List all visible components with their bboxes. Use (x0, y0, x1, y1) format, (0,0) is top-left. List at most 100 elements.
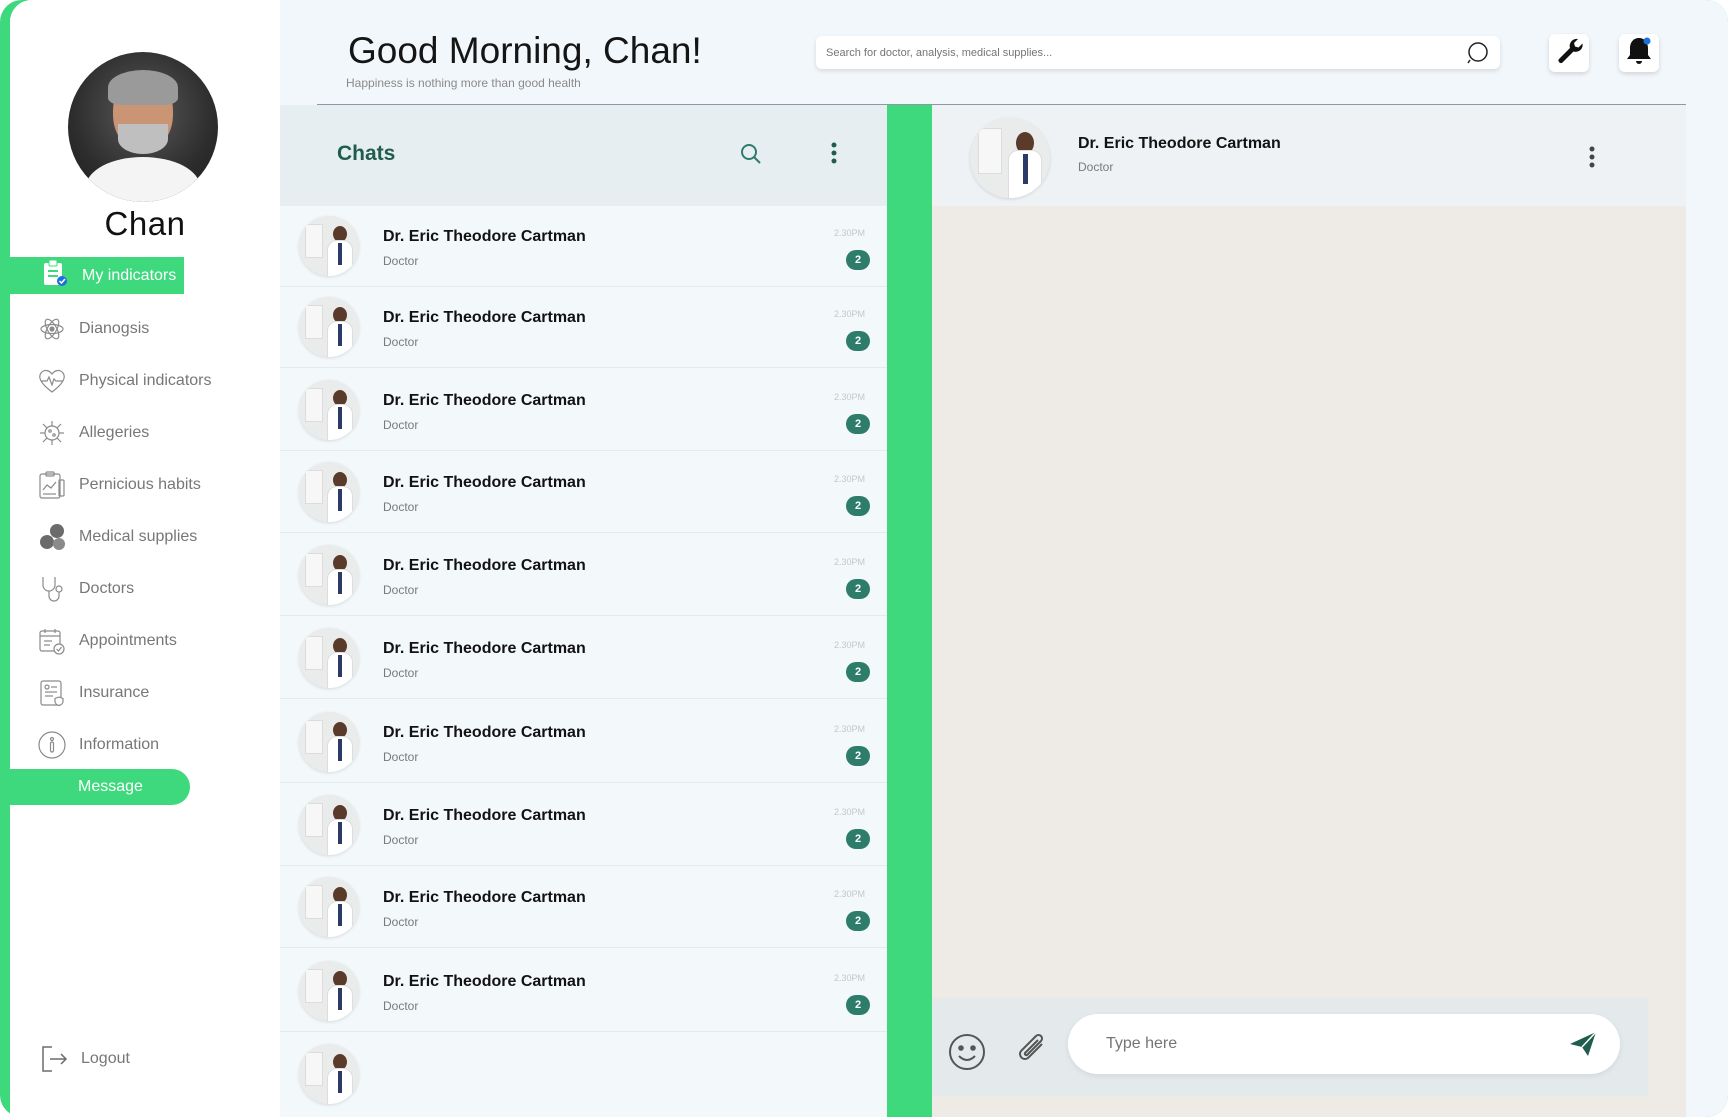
search-input[interactable] (826, 46, 1446, 59)
chat-contact-name: Dr. Eric Theodore Cartman (383, 807, 586, 824)
avatar (299, 380, 359, 440)
virus-icon (37, 418, 67, 448)
chats-panel: Chats Dr. Eric Theodore Cartman Doctor 2.3… (280, 105, 887, 1117)
sidebar-item-insurance[interactable]: Insurance (37, 677, 149, 709)
unread-badge: 2 (846, 414, 870, 434)
send-icon[interactable] (1568, 1030, 1598, 1063)
chat-contact-role: Doctor (383, 833, 419, 847)
chats-title: Chats (337, 142, 396, 165)
chat-contact-name: Dr. Eric Theodore Cartman (383, 228, 586, 245)
sidebar-item-label: Doctors (79, 580, 135, 597)
attachment-icon[interactable] (1014, 1032, 1050, 1073)
more-options-icon[interactable] (830, 141, 838, 170)
sidebar-item-medical-supplies[interactable]: Medical supplies (37, 521, 197, 553)
chat-time: 2.30PM (834, 474, 866, 484)
chat-contact-name: Dr. Eric Theodore Cartman (383, 889, 586, 906)
avatar (299, 462, 359, 522)
sidebar-item-label: Information (79, 736, 160, 753)
avatar (299, 297, 359, 357)
unread-badge: 2 (846, 662, 870, 682)
chat-list-item[interactable]: Dr. Eric Theodore Cartman Doctor 2.30PM 2 (280, 702, 887, 783)
avatar (299, 961, 359, 1021)
chat-contact-role: Doctor (383, 335, 419, 349)
chat-list-item[interactable]: Dr. Eric Theodore Cartman Doctor 2.30PM 2 (280, 785, 887, 866)
avatar (299, 877, 359, 937)
chat-contact-role: Doctor (383, 666, 419, 680)
chat-contact-role: Doctor (383, 500, 419, 514)
chat-list-item[interactable]: Dr. Eric Theodore Cartman Doctor 2.30PM 2 (280, 535, 887, 616)
conversation-panel: Dr. Eric Theodore Cartman Doctor (932, 105, 1686, 1117)
unread-badge: 2 (846, 829, 870, 849)
sidebar-item-my-indicators[interactable]: My indicators (10, 257, 184, 294)
search-icon[interactable] (1466, 41, 1490, 70)
avatar[interactable] (68, 52, 218, 202)
sidebar-item-information[interactable]: Information (37, 729, 159, 761)
chat-time: 2.30PM (834, 724, 866, 734)
sidebar-item-label: Medical supplies (79, 528, 198, 545)
sidebar-item-physical-indicators[interactable]: Physical indicators (37, 365, 212, 397)
search-bar (816, 36, 1500, 69)
sidebar-item-label: Dianogsis (79, 320, 150, 337)
unread-badge: 2 (846, 995, 870, 1015)
logout-button[interactable]: Logout (37, 1042, 130, 1076)
chat-list-item[interactable] (280, 1034, 887, 1115)
conversation-header: Dr. Eric Theodore Cartman Doctor (932, 105, 1686, 206)
sidebar-item-pernicious-habits[interactable]: Pernicious habits (37, 469, 201, 501)
clipboard-check-icon (42, 259, 68, 292)
chat-contact-name: Dr. Eric Theodore Cartman (383, 392, 586, 409)
wrench-icon (1554, 36, 1584, 71)
chat-list-item[interactable]: Dr. Eric Theodore Cartman Doctor 2.30PM 2 (280, 618, 887, 699)
settings-button[interactable] (1549, 34, 1589, 72)
sidebar-item-label: Pernicious habits (79, 476, 201, 493)
chat-contact-role: Doctor (383, 254, 419, 268)
contact-name: Dr. Eric Theodore Cartman (1078, 135, 1281, 152)
sidebar-nav: Dianogsis Physical indicators Allegeries… (10, 294, 280, 1117)
chat-contact-name: Dr. Eric Theodore Cartman (383, 724, 586, 741)
chat-list-item[interactable]: Dr. Eric Theodore Cartman Doctor 2.30PM 2 (280, 287, 887, 368)
chat-search-icon[interactable] (739, 142, 763, 171)
chat-list-item[interactable]: Dr. Eric Theodore Cartman Doctor 2.30PM 2 (280, 951, 887, 1032)
chat-time: 2.30PM (834, 640, 866, 650)
contact-role: Doctor (1078, 160, 1114, 174)
chat-time: 2.30PM (834, 807, 866, 817)
message-input[interactable] (1106, 1032, 1536, 1056)
sidebar-item-appointments[interactable]: Appointments (37, 625, 177, 657)
message-input-box (1068, 1014, 1620, 1074)
contact-avatar[interactable] (970, 118, 1050, 198)
chat-list-item[interactable]: Dr. Eric Theodore Cartman Doctor 2.30PM 2 (280, 867, 887, 948)
sidebar-item-doctors[interactable]: Doctors (37, 573, 134, 605)
page-subtitle: Happiness is nothing more than good heal… (346, 76, 581, 90)
chat-time: 2.30PM (834, 392, 866, 402)
sidebar-item-message[interactable]: Message (10, 769, 190, 805)
unread-badge: 2 (846, 496, 870, 516)
more-options-icon[interactable] (1588, 145, 1596, 174)
chat-contact-role: Doctor (383, 418, 419, 432)
avatar (299, 545, 359, 605)
pills-icon (37, 522, 67, 552)
clipboard-chart-icon (37, 470, 67, 500)
heart-pulse-icon (37, 366, 67, 396)
avatar (299, 795, 359, 855)
chat-list-item[interactable]: Dr. Eric Theodore Cartman Doctor 2.30PM 2 (280, 370, 887, 451)
sidebar-item-label: Insurance (79, 684, 150, 701)
sidebar-item-label: My indicators (82, 266, 177, 284)
sidebar-item-allegeries[interactable]: Allegeries (37, 417, 149, 449)
emoji-icon[interactable] (947, 1032, 987, 1077)
chat-contact-name: Dr. Eric Theodore Cartman (383, 557, 586, 574)
message-composer (932, 998, 1648, 1096)
stethoscope-icon (37, 574, 67, 604)
notifications-button[interactable] (1619, 34, 1659, 72)
bell-icon (1624, 35, 1654, 72)
calendar-check-icon (37, 626, 67, 656)
sidebar-item-dianogsis[interactable]: Dianogsis (37, 313, 149, 345)
avatar (299, 712, 359, 772)
chat-list-item[interactable]: Dr. Eric Theodore Cartman Doctor 2.30PM 2 (280, 452, 887, 533)
app-window: Chan My indicators Dianogsis Physical in… (10, 0, 1728, 1117)
unread-badge: 2 (846, 579, 870, 599)
profile-card: Chan (10, 0, 280, 255)
chat-contact-name: Dr. Eric Theodore Cartman (383, 640, 586, 657)
insurance-doc-icon (37, 678, 67, 708)
chat-contact-role: Doctor (383, 999, 419, 1013)
chat-list-item[interactable]: Dr. Eric Theodore Cartman Doctor 2.30PM 2 (280, 206, 887, 287)
sidebar-item-label: Appointments (79, 632, 177, 649)
